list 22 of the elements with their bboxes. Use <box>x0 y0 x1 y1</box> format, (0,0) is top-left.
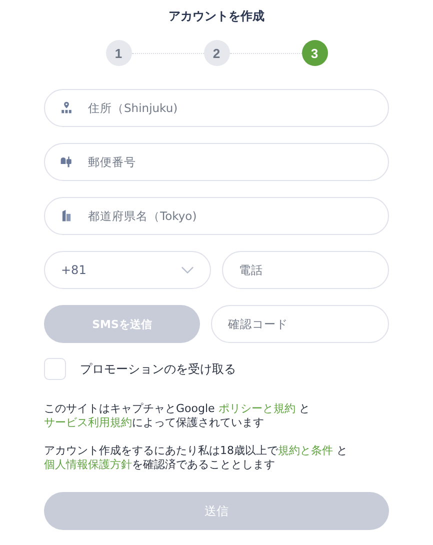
link[interactable]: 規約と条件 <box>278 444 333 457</box>
link[interactable]: サービス利用規約 <box>44 416 132 429</box>
location-pin-icon <box>60 101 73 114</box>
verification-code-field[interactable]: 確認コード <box>211 305 389 343</box>
checkbox[interactable] <box>44 358 66 380</box>
link[interactable]: 個人情報保護方針 <box>44 458 132 471</box>
input-field[interactable]: 住所（Shinjuku) <box>44 89 389 127</box>
notice-text: アカウント作成をするにあたり私は18歳以上で規約と条件 と 個人情報保護方針を確認済であることとします <box>44 444 348 472</box>
page-title: アカウントを作成 <box>168 8 266 25</box>
country-code-select[interactable]: +81 <box>44 251 211 289</box>
phone-field[interactable]: 電話 <box>222 251 389 289</box>
checkbox-label: プロモーションのを受け取る <box>80 360 236 378</box>
step-indicator: 1 <box>106 40 132 66</box>
input-field[interactable]: 郵便番号 <box>44 143 389 181</box>
mailbox-icon <box>60 155 73 168</box>
input-field[interactable]: 都道府県名（Tokyo) <box>44 197 389 235</box>
step-indicator: 2 <box>204 40 230 66</box>
notice-text: このサイトはキャプチャとGoogle ポリシーと規約 と サービス利用規約によって保護されています <box>44 402 311 430</box>
building-icon <box>60 209 73 222</box>
link[interactable]: ポリシーと規約 <box>218 402 296 415</box>
chevron-down-icon <box>181 266 194 274</box>
step-indicator: 3 <box>302 40 328 66</box>
